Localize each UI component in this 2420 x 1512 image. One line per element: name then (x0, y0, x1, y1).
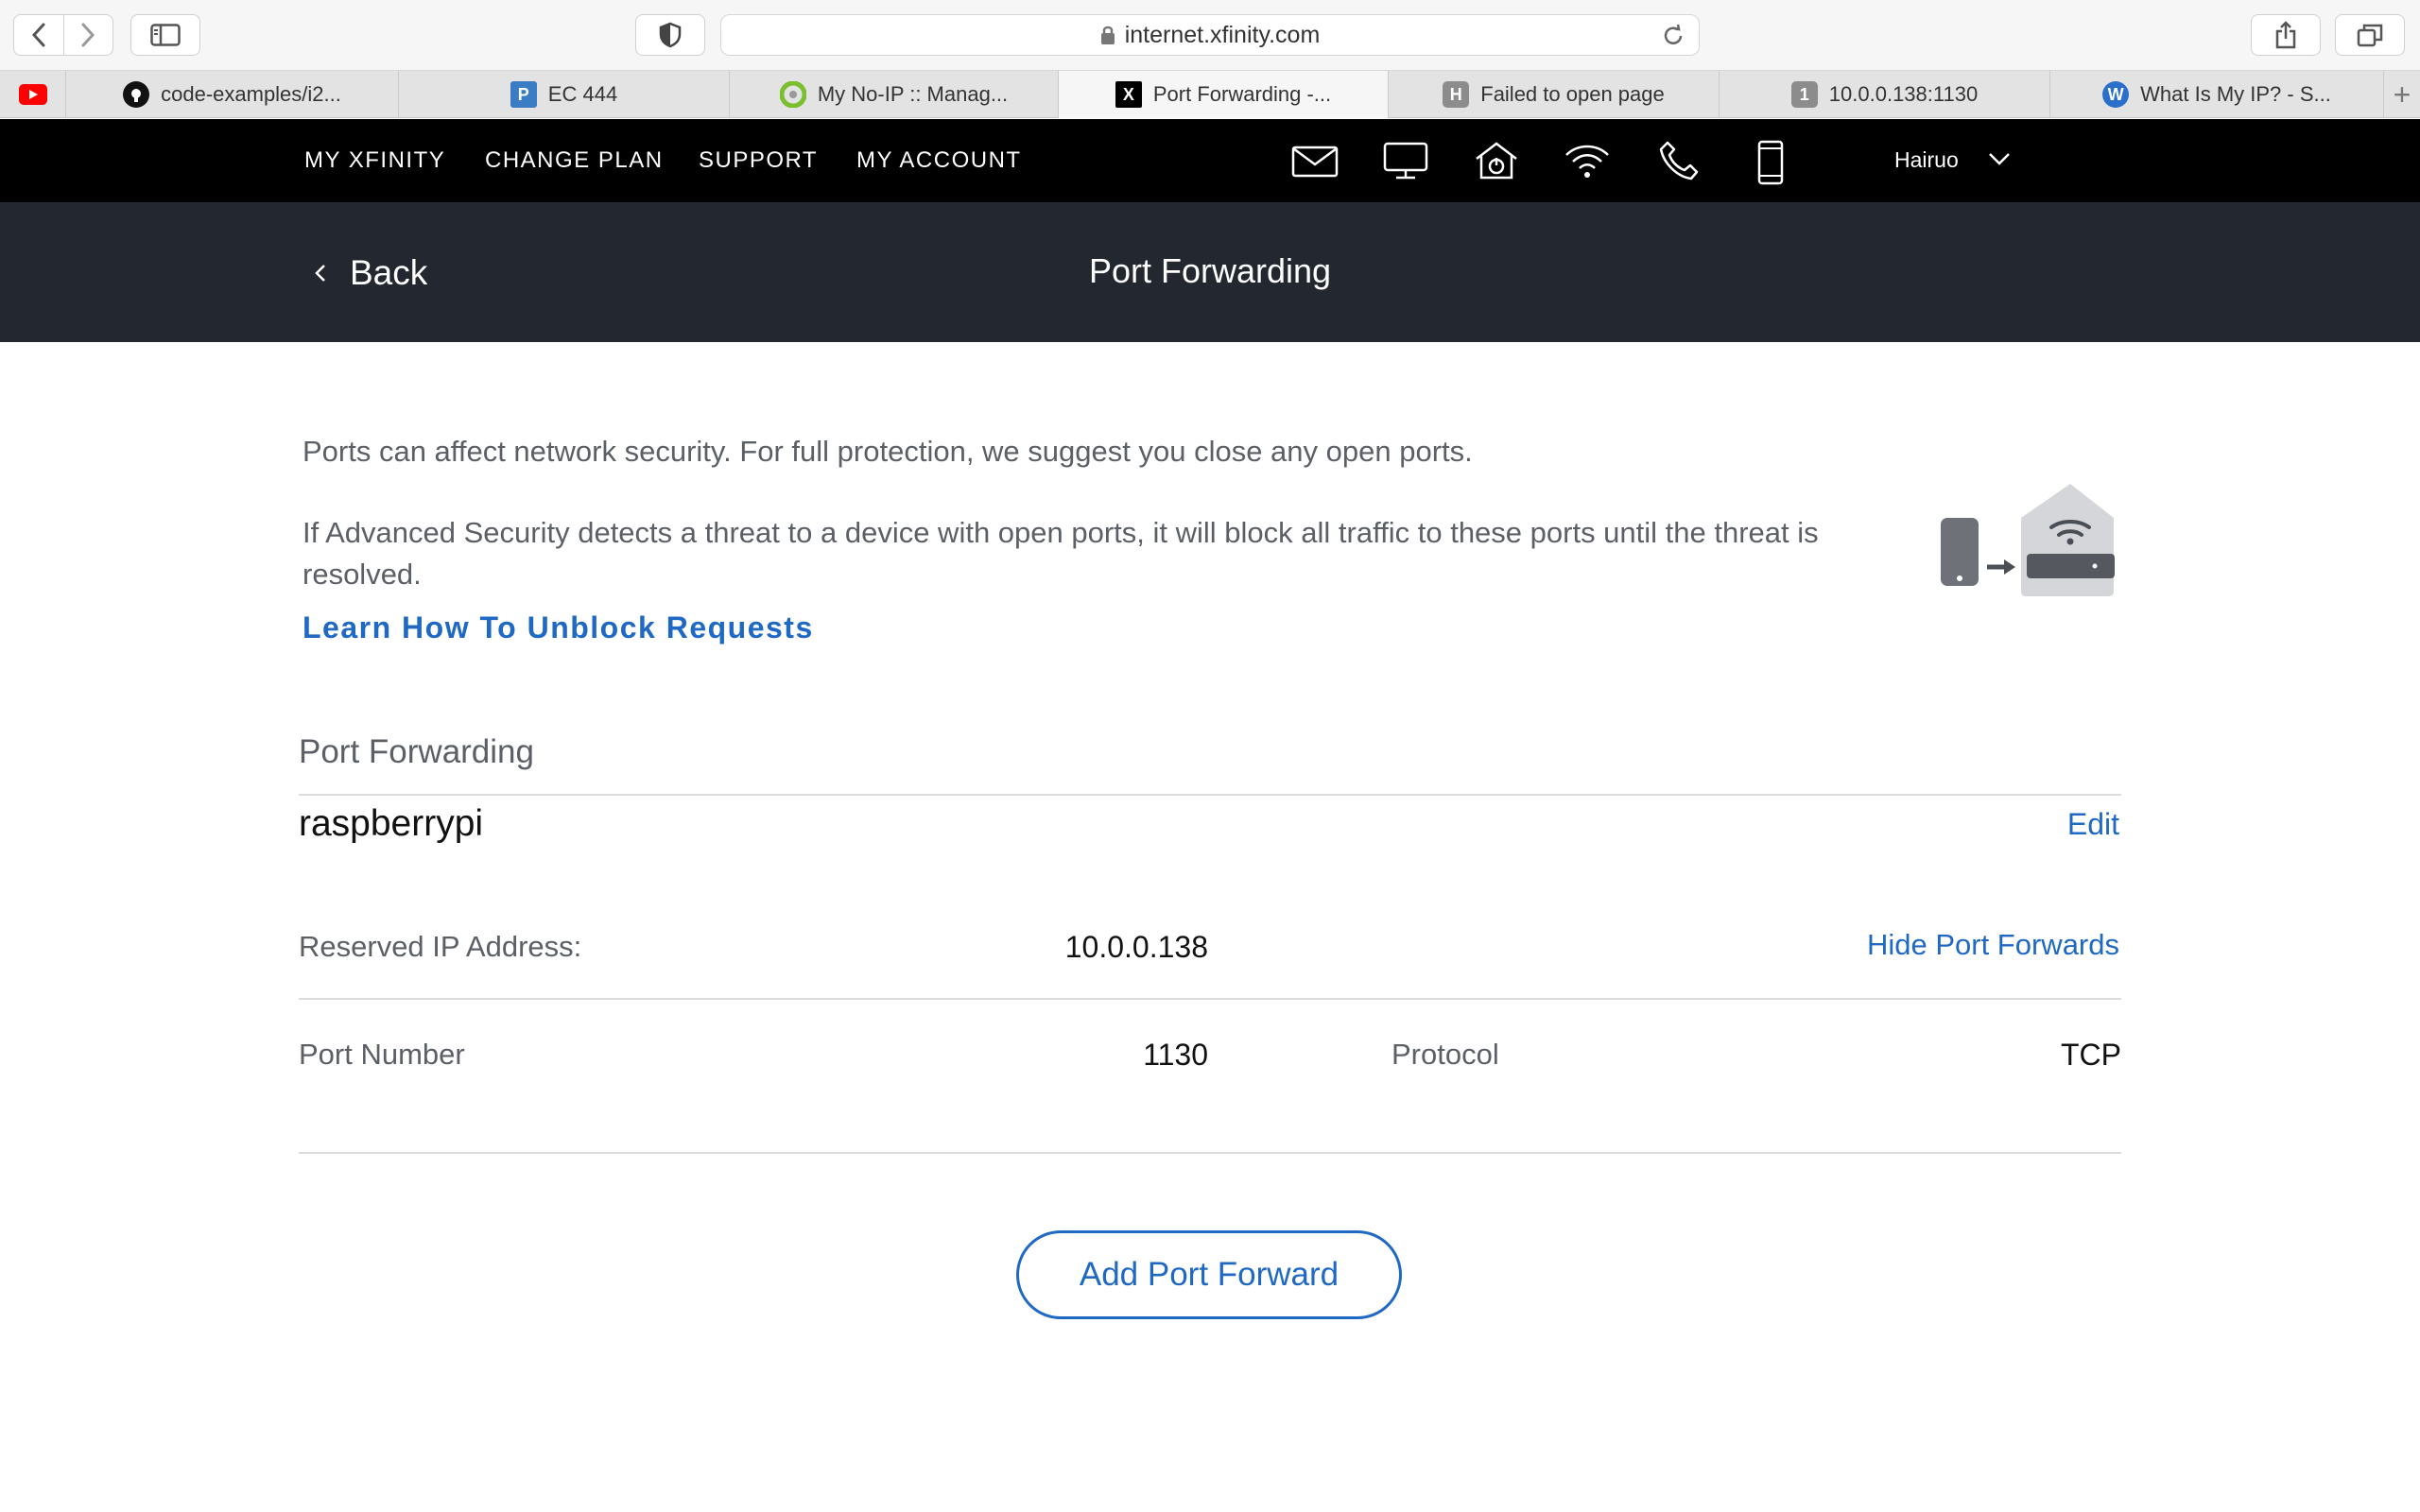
intro-text: Ports can affect network security. For f… (302, 435, 1473, 468)
security-text-line2: resolved. (302, 558, 422, 591)
privacy-shield-button[interactable] (635, 14, 705, 56)
whatismyip-icon: W (2102, 81, 2130, 108)
youtube-icon (18, 84, 47, 105)
device-to-router-illustration (1941, 484, 2115, 596)
reserved-ip-value: 10.0.0.138 (1064, 930, 1208, 964)
mail-icon[interactable] (1291, 140, 1339, 181)
tab-label: What Is My IP? - S... (2140, 82, 2331, 106)
sidebar-toggle-button[interactable] (130, 14, 200, 56)
nav-my-xfinity[interactable]: MY XFINITY (304, 147, 445, 174)
chevron-down-icon[interactable] (1987, 149, 2012, 168)
xfinity-icon: X (1115, 81, 1142, 108)
url-text: internet.xfinity.com (1124, 21, 1321, 48)
tab-youtube[interactable] (0, 71, 66, 118)
address-bar[interactable]: internet.xfinity.com (720, 14, 1700, 56)
xfinity-nav: MY XFINITY CHANGE PLAN SUPPORT MY ACCOUN… (0, 119, 2420, 202)
protocol-value: TCP (2061, 1038, 2121, 1072)
port-number-value: 1130 (1143, 1038, 1208, 1072)
tabs-icon (2357, 24, 2383, 47)
noip-icon (779, 81, 806, 108)
tab-label: My No-IP :: Manag... (817, 82, 1009, 106)
tv-icon[interactable] (1382, 140, 1429, 181)
back-arrow-button[interactable] (14, 15, 63, 55)
home-security-icon[interactable] (1473, 140, 1520, 181)
add-port-forward-button[interactable]: Add Port Forward (1016, 1230, 1402, 1319)
row-divider (299, 1152, 2121, 1154)
lock-icon (1100, 26, 1115, 44)
section-divider (299, 794, 2121, 796)
history-nav (13, 14, 113, 56)
tab-raspberrypi-ip[interactable]: 1 10.0.0.138:1130 (1720, 71, 2050, 118)
nav-change-plan[interactable]: CHANGE PLAN (485, 147, 664, 174)
hide-port-forwards-link[interactable]: Hide Port Forwards (1867, 928, 2119, 962)
tab-github[interactable]: code-examples/i2... (66, 71, 399, 118)
tab-port-forwarding[interactable]: X Port Forwarding -... (1059, 71, 1389, 118)
tab-noip[interactable]: My No-IP :: Manag... (730, 71, 1059, 118)
tab-label: EC 444 (547, 82, 618, 106)
forward-arrow-button[interactable] (62, 15, 112, 55)
reload-icon[interactable] (1661, 24, 1685, 48)
phone-icon[interactable] (1656, 140, 1703, 181)
section-title: Port Forwarding (299, 733, 534, 770)
row-divider (299, 998, 2121, 1000)
tab-label: Port Forwarding -... (1152, 82, 1332, 106)
letter-h-icon: H (1443, 81, 1470, 108)
page-title: Port Forwarding (1088, 251, 1332, 290)
sidebar-icon (150, 24, 181, 46)
tab-overview-button[interactable] (2335, 14, 2405, 56)
tab-label: Failed to open page (1480, 82, 1665, 106)
new-tab-button[interactable]: + (2384, 71, 2420, 118)
device-name: raspberrypi (299, 803, 484, 844)
user-menu[interactable]: Hairuo (1894, 147, 1959, 173)
tab-label: code-examples/i2... (161, 82, 341, 106)
edit-link[interactable]: Edit (2067, 807, 2119, 842)
tab-failed-page[interactable]: H Failed to open page (1389, 71, 1720, 118)
tab-whatismyip[interactable]: W What Is My IP? - S... (2050, 71, 2384, 118)
tab-strip: code-examples/i2... P EC 444 My No-IP ::… (0, 71, 2420, 118)
piazza-icon: P (510, 81, 537, 108)
mobile-icon[interactable] (1754, 140, 1787, 185)
port-number-label: Port Number (299, 1038, 465, 1071)
tab-piazza[interactable]: P EC 444 (399, 71, 730, 118)
shield-icon (659, 22, 682, 48)
nav-my-account[interactable]: MY ACCOUNT (856, 147, 1022, 174)
page-header: Back Port Forwarding (0, 202, 2420, 342)
nav-support[interactable]: SUPPORT (699, 147, 818, 174)
browser-toolbar: internet.xfinity.com (0, 0, 2420, 71)
github-icon (123, 81, 150, 108)
reserved-ip-label: Reserved IP Address: (299, 930, 582, 963)
protocol-label: Protocol (1392, 1038, 1499, 1071)
share-icon (2275, 21, 2296, 49)
share-button[interactable] (2251, 14, 2321, 56)
wifi-icon[interactable] (1564, 140, 1611, 181)
tab-label: 10.0.0.138:1130 (1828, 82, 1979, 106)
security-text-line1: If Advanced Security detects a threat to… (302, 516, 1819, 549)
number-one-icon: 1 (1790, 81, 1818, 108)
learn-unblock-link[interactable]: Learn How To Unblock Requests (302, 610, 814, 645)
